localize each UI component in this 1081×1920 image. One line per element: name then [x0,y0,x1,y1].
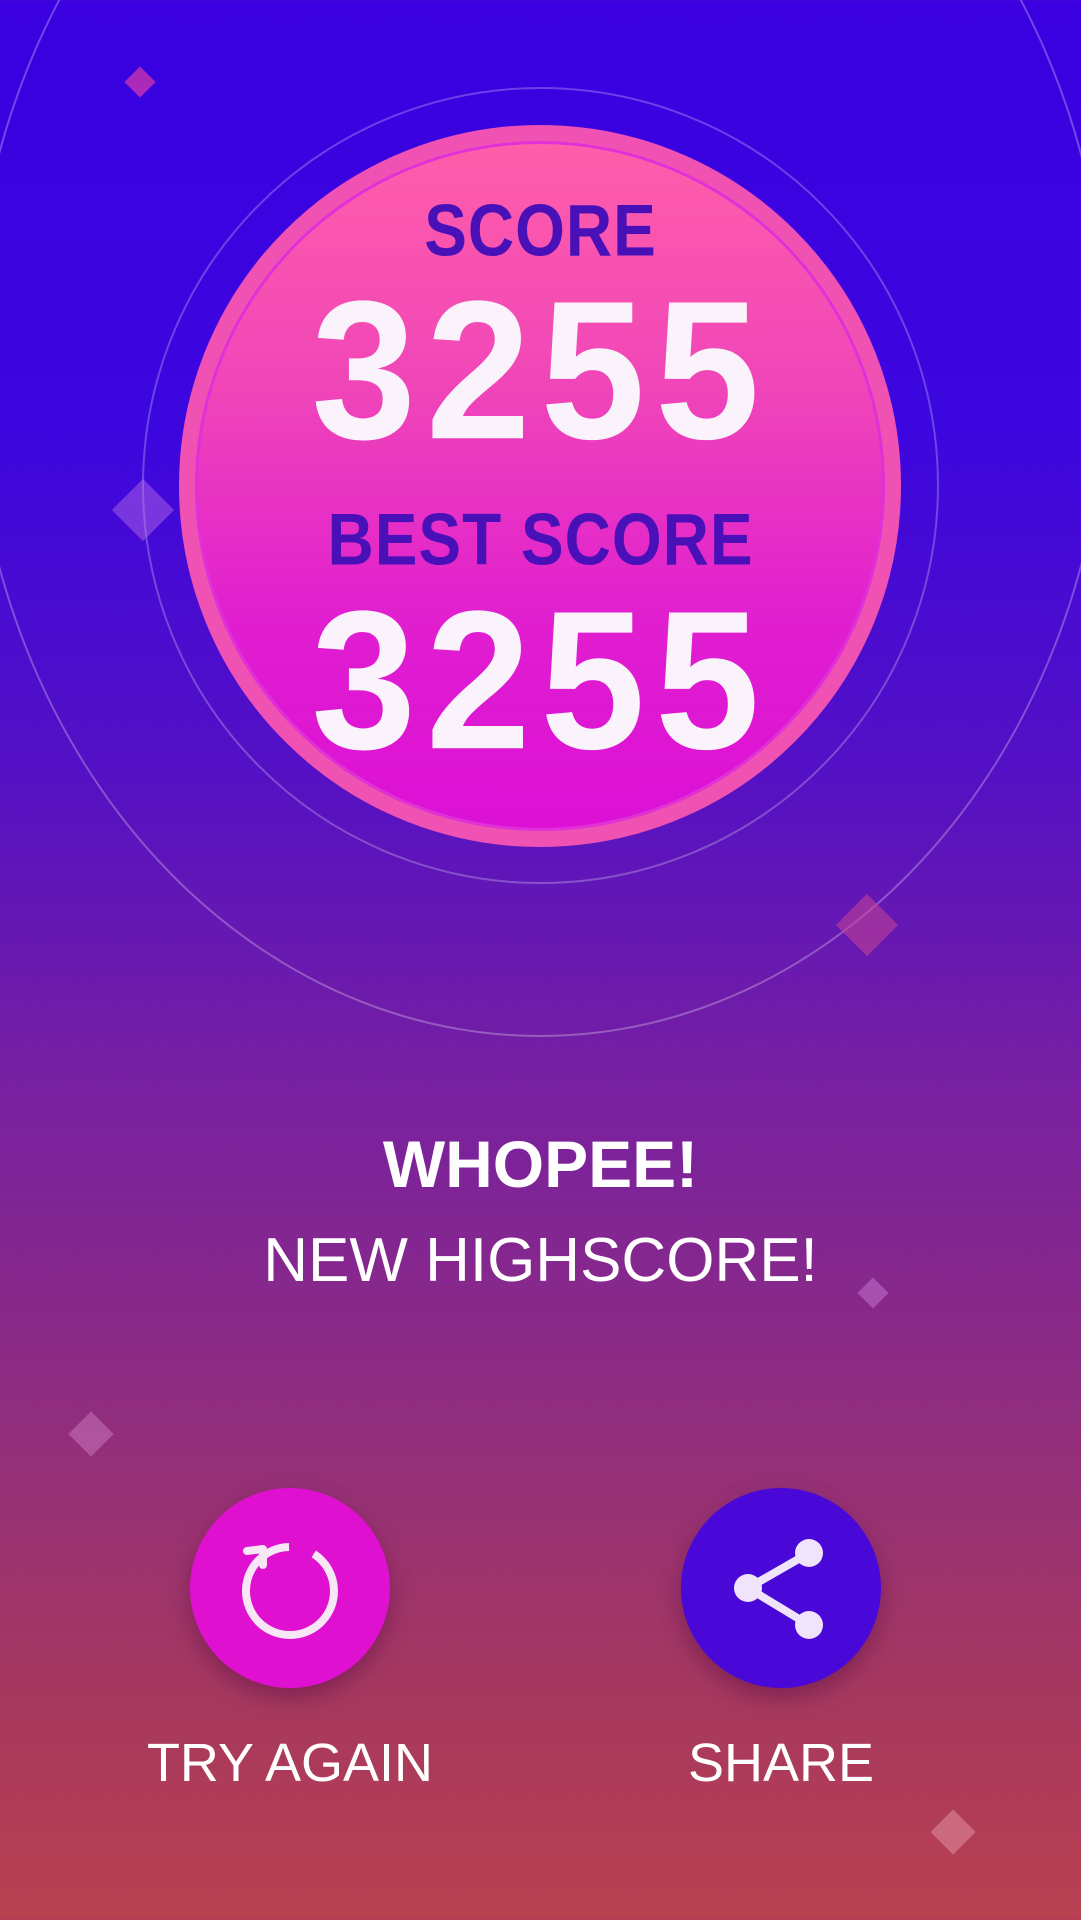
share-button[interactable] [681,1488,881,1688]
try-again-button[interactable] [190,1488,390,1688]
best-score-value: 3255 [311,569,770,791]
share-icon [734,1539,823,1639]
decorative-diamond [930,1809,976,1855]
decorative-diamond [68,1411,114,1457]
restart-icon [242,1543,338,1639]
new-highscore-text: NEW HIGHSCORE! [263,1226,818,1295]
try-again-label[interactable]: TRY AGAIN [140,1732,440,1794]
congrats-title: WHOPEE! [382,1127,699,1201]
share-label[interactable]: SHARE [631,1732,931,1794]
score-value: 3255 [311,259,770,481]
